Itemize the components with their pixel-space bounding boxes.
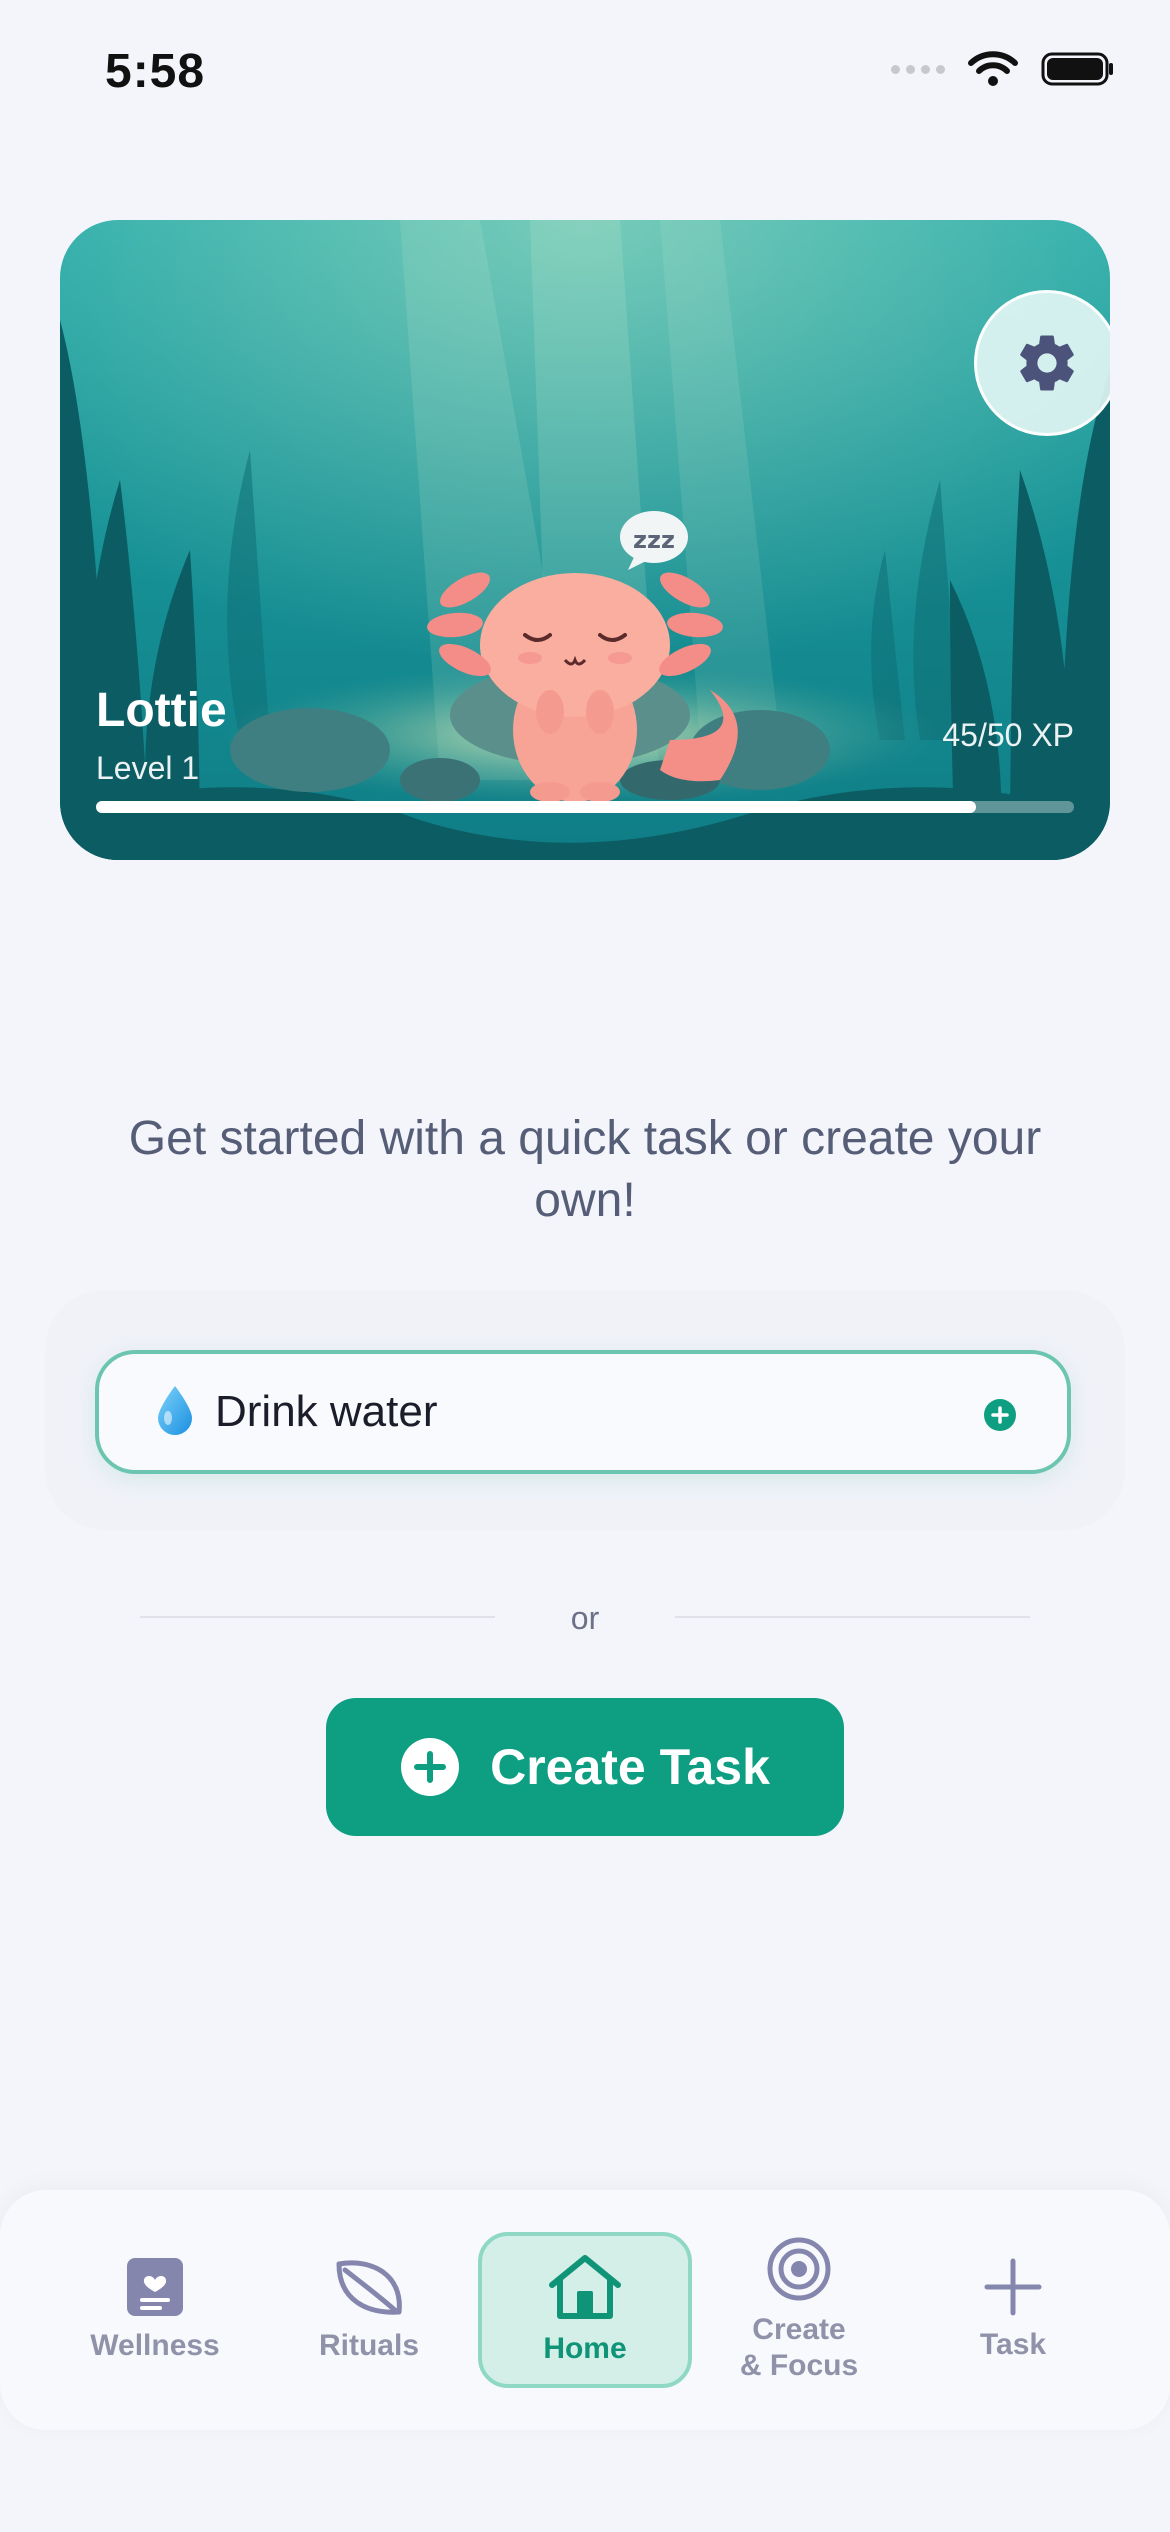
water-drop-icon xyxy=(155,1384,195,1441)
target-icon xyxy=(767,2237,831,2301)
battery-icon xyxy=(1041,52,1113,86)
create-task-label: Create Task xyxy=(490,1739,770,1795)
create-task-button[interactable]: Create Task xyxy=(326,1698,844,1836)
status-icons xyxy=(891,50,1115,88)
divider-line-right xyxy=(675,1616,1030,1618)
leaf-icon xyxy=(336,2260,402,2315)
xp-progress-bar xyxy=(96,801,1074,813)
underwater-scene: zzz xyxy=(60,220,1110,860)
status-bar: 5:58 xyxy=(0,0,1170,150)
wifi-icon xyxy=(968,51,1018,86)
cellular-signal-icon xyxy=(891,64,945,74)
tab-task[interactable]: Task xyxy=(906,2232,1120,2388)
add-circle-icon[interactable] xyxy=(983,1398,1017,1432)
journal-heart-icon xyxy=(127,2258,183,2316)
plus-circle-icon xyxy=(401,1738,460,1796)
pet-xp: 45/50 XP xyxy=(942,717,1074,753)
xp-progress-fill xyxy=(96,801,977,813)
settings-button[interactable] xyxy=(974,290,1110,436)
tab-wellness[interactable]: Wellness xyxy=(48,2232,262,2388)
pet-name: Lottie xyxy=(96,684,227,737)
status-time: 5:58 xyxy=(105,45,206,98)
or-text: or xyxy=(570,1600,600,1636)
gear-icon xyxy=(1020,335,1074,391)
quick-task-label: Drink water xyxy=(215,1387,438,1436)
tab-home[interactable]: Home xyxy=(478,2232,692,2388)
tab-wellness-label: Wellness xyxy=(90,2329,220,2362)
tab-rituals-label: Rituals xyxy=(318,2329,420,2362)
or-divider: or xyxy=(140,1600,1030,1648)
quick-task-drink-water[interactable]: Drink water xyxy=(95,1350,1071,1474)
pet-level: Level 1 xyxy=(96,750,200,786)
tab-home-label: Home xyxy=(543,2332,627,2365)
bottom-tab-bar: Wellness Rituals Home Create & Focus Task xyxy=(0,2190,1170,2430)
plus-icon xyxy=(984,2258,1042,2316)
get-started-prompt: Get started with a quick task or create … xyxy=(128,1112,1042,1227)
tab-rituals[interactable]: Rituals xyxy=(262,2232,476,2388)
tab-create-focus[interactable]: Create & Focus xyxy=(692,2232,906,2388)
tab-task-label: Task xyxy=(979,2328,1047,2361)
sleep-text: zzz xyxy=(633,526,675,554)
tab-create-focus-label: Create & Focus xyxy=(739,2313,859,2382)
home-icon xyxy=(549,2255,621,2319)
pet-card: zzz Lottie Level 1 45/50 XP xyxy=(60,220,1110,860)
